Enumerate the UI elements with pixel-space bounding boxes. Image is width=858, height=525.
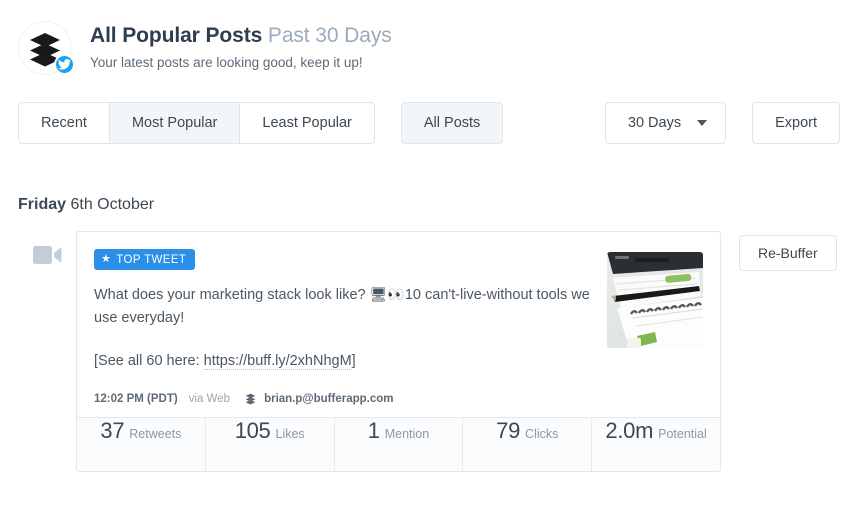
stat-mentions-label: Mention	[384, 427, 430, 441]
stat-mentions: 1 Mention	[333, 418, 463, 471]
stat-potential-label: Potential	[658, 427, 707, 441]
post-meta: 12:02 PM (PDT) via Web brian.p@bufferapp…	[94, 392, 593, 405]
page-subtitle: Your latest posts are looking good, keep…	[90, 54, 363, 70]
export-button[interactable]: Export	[752, 102, 840, 144]
post-actions: Re-Buffer	[721, 231, 837, 271]
post-row: ★ TOP TWEET What does your marketing sta…	[0, 231, 858, 472]
page-title-main: All Popular Posts	[90, 23, 263, 47]
stat-mentions-value: 1	[367, 418, 380, 443]
stat-potential: 2.0m Potential	[591, 418, 720, 471]
tab-least-popular[interactable]: Least Popular	[240, 102, 375, 144]
post-link[interactable]: https://buff.ly/2xhNhgM	[203, 353, 352, 370]
eyes-emoji: 👀	[387, 286, 405, 302]
twitter-badge	[54, 54, 75, 75]
stat-clicks-label: Clicks	[525, 427, 559, 441]
date-day-of-week: Friday	[18, 196, 67, 213]
date-group-heading: Friday 6th October	[0, 196, 858, 214]
page-header: All Popular Posts Past 30 Days Your late…	[0, 0, 858, 78]
stat-potential-value: 2.0m	[605, 418, 654, 443]
post-link-line: [See all 60 here: https://buff.ly/2xhNhg…	[94, 350, 593, 372]
buffer-source-icon	[244, 392, 257, 405]
tab-most-popular[interactable]: Most Popular	[109, 102, 241, 144]
post-thumbnail-column	[607, 249, 703, 405]
stat-retweets: 37 Retweets	[77, 418, 205, 471]
post-card: ★ TOP TWEET What does your marketing sta…	[76, 231, 721, 472]
date-value: 6th October	[70, 196, 155, 213]
filter-all-posts-button[interactable]: All Posts	[400, 102, 504, 144]
post-account: brian.p@bufferapp.com	[264, 392, 394, 405]
desktop-computer-emoji: 🖥	[369, 286, 388, 302]
post-stats: 37 Retweets 105 Likes 1 Mention 79 Click…	[77, 417, 720, 471]
post-source: via Web	[188, 392, 231, 405]
post-link-prefix: [See all 60 here:	[94, 353, 204, 369]
stat-clicks-value: 79	[496, 418, 521, 443]
sort-tab-group: Recent Most Popular Least Popular	[18, 102, 375, 144]
stat-likes-value: 105	[234, 418, 271, 443]
post-link-suffix: ]	[351, 353, 356, 369]
toolbar: Recent Most Popular Least Popular All Po…	[0, 100, 858, 146]
rebuffer-button[interactable]: Re-Buffer	[739, 235, 837, 271]
stat-clicks: 79 Clicks	[462, 418, 591, 471]
status-badge: ★ TOP TWEET	[94, 249, 196, 270]
post-content: ★ TOP TWEET What does your marketing sta…	[94, 249, 607, 405]
stat-retweets-label: Retweets	[129, 427, 182, 441]
post-text-part-1: What does your marketing stack look like…	[94, 287, 370, 303]
stat-likes-label: Likes	[275, 427, 305, 441]
chevron-down-icon	[697, 120, 708, 126]
video-camera-icon	[32, 246, 61, 264]
page-title: All Popular Posts Past 30 Days	[90, 23, 392, 49]
post-thumbnail-image	[607, 252, 703, 348]
date-range-dropdown[interactable]: 30 Days	[604, 102, 727, 144]
avatar	[18, 21, 75, 75]
media-type-column	[18, 231, 76, 265]
buffer-logo-icon-small	[245, 393, 256, 405]
date-range-label: 30 Days	[627, 115, 682, 131]
status-badge-label: TOP TWEET	[116, 253, 187, 266]
post-card-body: ★ TOP TWEET What does your marketing sta…	[77, 232, 720, 417]
post-timestamp: 12:02 PM (PDT)	[94, 392, 178, 405]
header-text-block: All Popular Posts Past 30 Days Your late…	[90, 23, 392, 74]
star-icon: ★	[101, 253, 112, 265]
stat-retweets-value: 37	[100, 418, 125, 443]
post-text: What does your marketing stack look like…	[94, 283, 593, 330]
page-title-period: Past 30 Days	[267, 23, 392, 47]
tab-recent[interactable]: Recent	[18, 102, 110, 144]
twitter-bird-icon	[58, 59, 71, 70]
stat-likes: 105 Likes	[204, 418, 334, 471]
